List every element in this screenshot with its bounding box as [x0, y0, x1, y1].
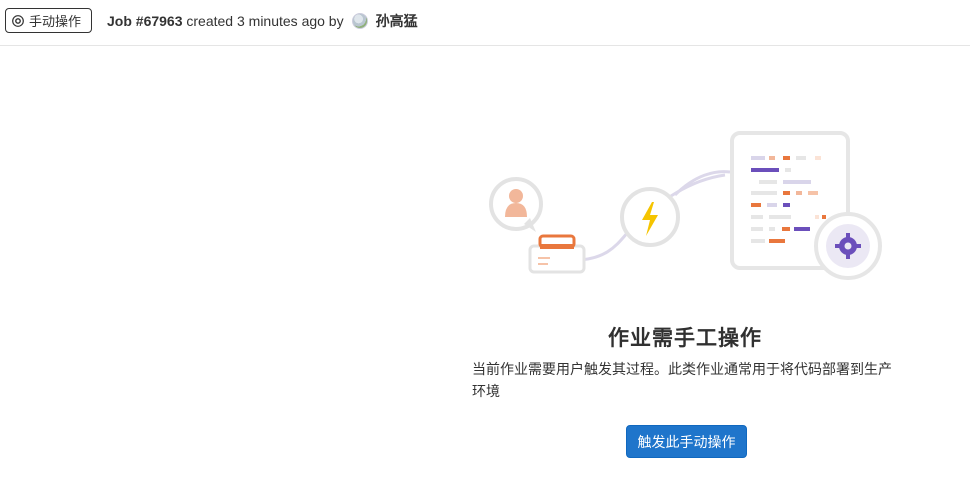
gear-icon: [12, 14, 24, 27]
manual-job-illustration: [489, 131, 882, 280]
empty-state-description: 当前作业需要用户触发其过程。此类作业通常用于将代码部署到生产环境: [472, 361, 892, 399]
job-id: Job #67963: [107, 13, 183, 29]
trigger-manual-action-button[interactable]: 触发此手动操作: [626, 425, 747, 458]
empty-state-title: 作业需手工操作: [608, 327, 762, 350]
avatar[interactable]: [351, 13, 368, 29]
status-badge-manual[interactable]: 手动操作: [5, 8, 93, 33]
status-badge-label: 手动操作: [29, 14, 82, 29]
author-name[interactable]: 孙高猛: [376, 11, 418, 31]
job-meta: Job #67963 created 3 minutes ago by 孙高猛: [107, 11, 418, 31]
job-header: 手动操作 Job #67963 created 3 minutes ago by…: [0, 0, 970, 46]
job-created-text: created 3 minutes ago by: [186, 13, 344, 29]
